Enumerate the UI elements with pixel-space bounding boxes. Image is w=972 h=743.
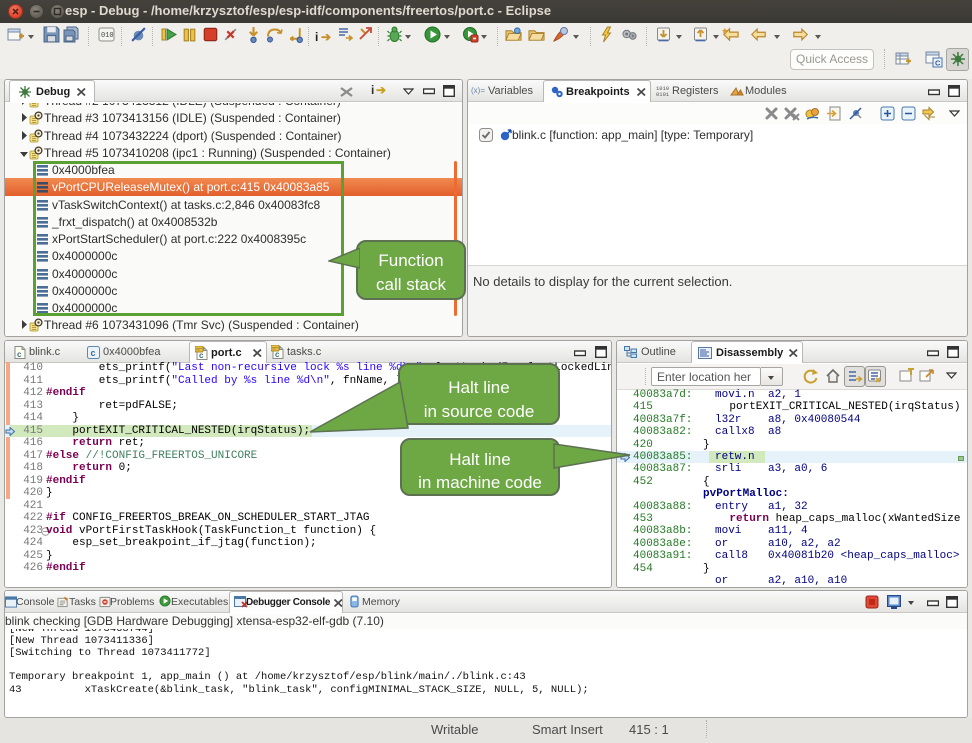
- svg-text:0101: 0101: [656, 91, 669, 97]
- svg-text:c: c: [91, 348, 96, 358]
- svg-text:C: C: [935, 59, 941, 68]
- svg-text:c: c: [17, 350, 22, 359]
- svg-text:010: 010: [101, 32, 114, 40]
